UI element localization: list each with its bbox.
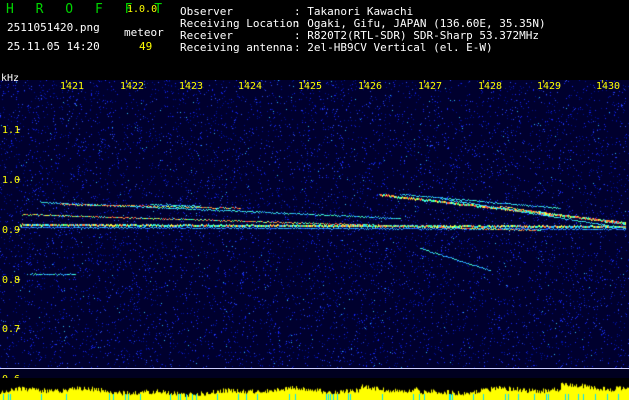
info-value-receiver: : R820T2(RTL-SDR) SDR-Sharp 53.372MHz xyxy=(294,29,540,42)
info-label-observer: Observer xyxy=(180,5,233,18)
freq-tick-label: 1.0 xyxy=(2,175,21,186)
freq-tick-label: 1.1 xyxy=(2,125,21,136)
app-version: 1.0.0 xyxy=(127,4,158,15)
time-tick-label: 1427 xyxy=(418,81,443,92)
spectrogram xyxy=(0,80,629,378)
time-tick-label: 1421 xyxy=(60,81,85,92)
time-tick-label: 1423 xyxy=(179,81,204,92)
time-tick-label: 1430 xyxy=(596,81,621,92)
meteor-count: 49 xyxy=(139,40,153,53)
meteor-label: meteor xyxy=(124,26,164,39)
time-tick-label: 1428 xyxy=(478,81,503,92)
signal-level-bar xyxy=(0,378,629,400)
freq-tick-label: 0.9 xyxy=(2,225,21,236)
time-tick-label: 1425 xyxy=(298,81,323,92)
freq-tick-label: 0.7 xyxy=(2,324,21,335)
time-tick-label: 1424 xyxy=(238,81,263,92)
info-label-receiver: Receiver xyxy=(180,29,233,42)
file-name: 2511051420.png xyxy=(7,21,100,34)
info-label-location: Receiving Location xyxy=(180,17,300,30)
info-label-antenna: Receiving antenna xyxy=(180,41,293,54)
freq-tick-label: 0.8 xyxy=(2,275,21,286)
info-value-location: : Ogaki, Gifu, JAPAN (136.60E, 35.35N) xyxy=(294,17,546,30)
info-value-antenna: : 2el-HB9CV Vertical (el. E-W) xyxy=(294,41,493,54)
time-tick-label: 1429 xyxy=(537,81,562,92)
info-value-observer: : Takanori Kawachi xyxy=(294,5,414,18)
time-tick-label: 1422 xyxy=(120,81,145,92)
reference-line xyxy=(0,368,629,369)
freq-unit-label: kHz xyxy=(1,73,20,84)
file-datetime: 25.11.05 14:20 xyxy=(7,40,100,53)
time-tick-label: 1426 xyxy=(358,81,383,92)
